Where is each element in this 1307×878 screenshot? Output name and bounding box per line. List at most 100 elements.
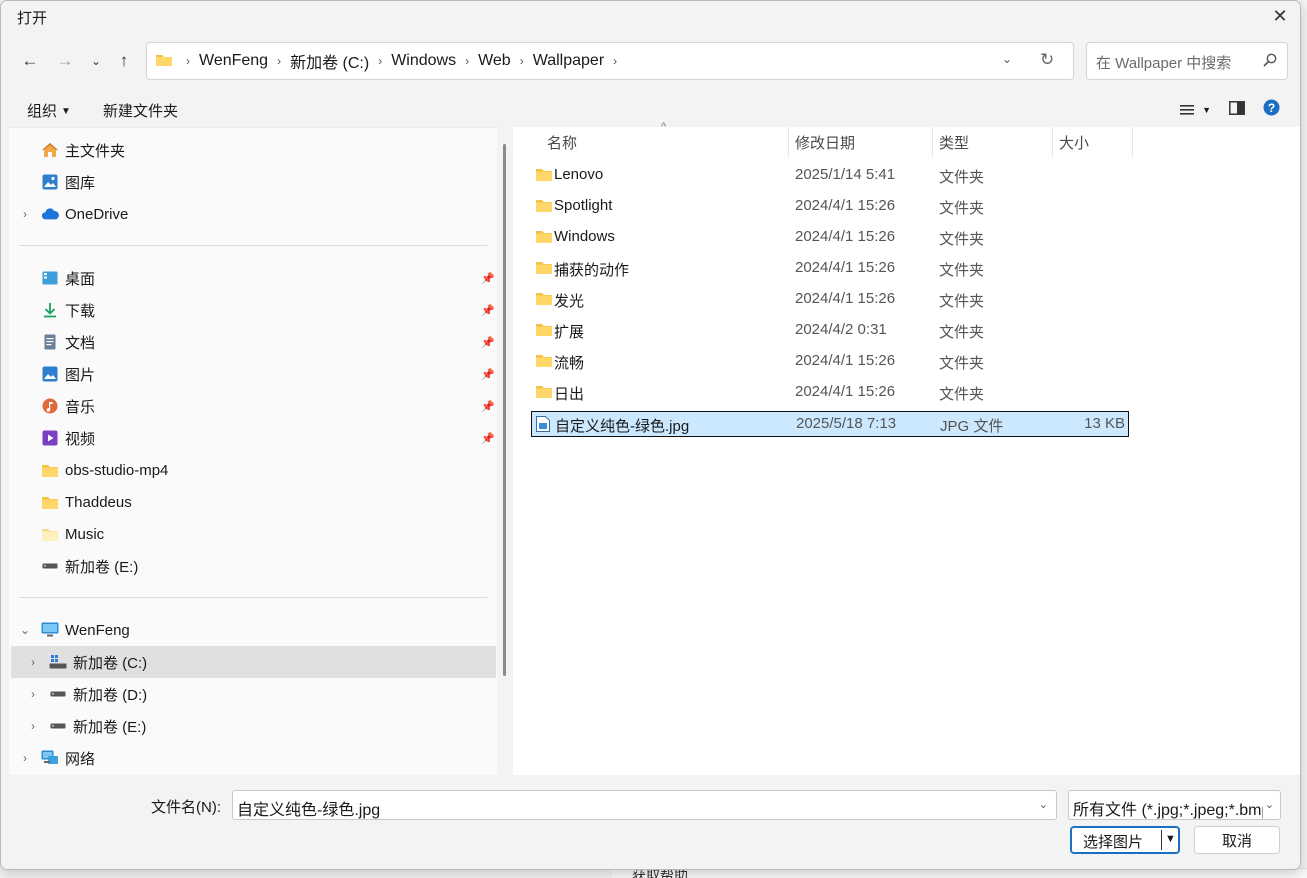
column-header-type[interactable]: 类型 [939, 127, 969, 157]
nav-item-folder[interactable]: obs-studio-mp4 [41, 454, 168, 486]
nav-item-label: 主文件夹 [65, 142, 126, 160]
title-bar: 打开 ✕ [1, 1, 1300, 31]
nav-item-label: obs-studio-mp4 [65, 461, 169, 479]
chevron-right-icon[interactable]: › [613, 54, 617, 68]
nav-item-drive-e[interactable]: › 新加卷 (E:) [31, 710, 146, 742]
refresh-icon[interactable]: ↻ [1040, 50, 1054, 70]
nav-item-desktop[interactable]: 桌面 📌 [41, 262, 495, 294]
column-header-date[interactable]: 修改日期 [795, 127, 855, 157]
chevron-down-icon[interactable]: ⌄ [19, 623, 31, 637]
breadcrumb-item[interactable]: Web [478, 52, 511, 70]
folder-icon [535, 167, 553, 186]
nav-item-drive[interactable]: 新加卷 (E:) [41, 550, 138, 582]
pin-icon[interactable]: 📌 [481, 272, 495, 285]
filename-field[interactable]: 自定义纯色-绿色.jpg ⌄ [232, 790, 1057, 820]
nav-item-home[interactable]: 主文件夹 [41, 134, 125, 166]
nav-item-folder[interactable]: Music [41, 518, 104, 550]
search-icon[interactable] [1263, 53, 1277, 71]
nav-item-network[interactable]: › 网络 [23, 742, 96, 774]
organize-button[interactable]: 组织 ▼ [27, 100, 71, 121]
nav-scrollbar[interactable] [503, 144, 506, 676]
close-button[interactable]: ✕ [1260, 1, 1300, 31]
column-header-name[interactable]: 名称 ^ [547, 121, 787, 157]
chevron-right-icon[interactable]: › [19, 207, 31, 221]
nav-item-label: 网络 [65, 750, 96, 768]
chevron-down-icon[interactable]: ⌄ [1039, 798, 1048, 811]
chevron-right-icon[interactable]: › [27, 655, 39, 669]
chevron-right-icon[interactable]: › [277, 54, 281, 68]
file-date: 2024/4/1 15:26 [795, 259, 896, 276]
chevron-right-icon[interactable]: › [520, 54, 524, 68]
folder-icon [155, 52, 173, 72]
file-row[interactable]: 捕获的动作 2024/4/1 15:26 文件夹 [531, 256, 1129, 282]
chevron-right-icon[interactable]: › [27, 687, 39, 701]
breadcrumb-item[interactable]: Windows [391, 52, 456, 70]
nav-item-documents[interactable]: 文档 📌 [41, 326, 495, 358]
forward-button[interactable]: → [52, 49, 78, 73]
help-button[interactable]: ? [1263, 99, 1280, 120]
file-row[interactable]: 日出 2024/4/1 15:26 文件夹 [531, 380, 1129, 406]
pin-icon[interactable]: 📌 [481, 304, 495, 317]
back-button[interactable]: ← [17, 49, 43, 73]
nav-item-label: 新加卷 (E:) [65, 558, 139, 576]
breadcrumb-item[interactable]: Wallpaper [533, 52, 604, 70]
document-icon [41, 333, 59, 351]
file-type: 文件夹 [939, 293, 985, 310]
nav-item-drive-c[interactable]: › 新加卷 (C:) [31, 646, 147, 678]
file-row[interactable]: Windows 2024/4/1 15:26 文件夹 [531, 225, 1129, 251]
open-button[interactable]: 选择图片 ▼ [1070, 826, 1180, 854]
pin-icon[interactable]: 📌 [481, 432, 495, 445]
nav-item-label: 新加卷 (D:) [73, 686, 148, 704]
pin-icon[interactable]: 📌 [481, 336, 495, 349]
file-row[interactable]: 自定义纯色-绿色.jpg 2025/5/18 7:13 JPG 文件 13 KB [531, 411, 1129, 437]
caret-down-icon[interactable]: ▼ [1165, 833, 1176, 845]
file-name: 捕获的动作 [554, 262, 630, 279]
view-options-button[interactable]: ▼ [1180, 104, 1211, 116]
search-input[interactable]: 在 Wallpaper 中搜索 [1086, 42, 1288, 80]
column-divider[interactable] [1132, 127, 1133, 157]
nav-item-label: WenFeng [65, 621, 130, 639]
gallery-icon [41, 173, 59, 191]
nav-item-videos[interactable]: 视频 📌 [41, 422, 495, 454]
chevron-right-icon[interactable]: › [378, 54, 382, 68]
column-header-size[interactable]: 大小 [1059, 127, 1089, 157]
nav-item-drive-d[interactable]: › 新加卷 (D:) [31, 678, 148, 710]
file-row[interactable]: Spotlight 2024/4/1 15:26 文件夹 [531, 194, 1129, 220]
pin-icon[interactable]: 📌 [481, 400, 495, 413]
chevron-right-icon: › [186, 54, 190, 68]
chevron-right-icon[interactable]: › [19, 751, 31, 765]
column-divider[interactable] [788, 127, 789, 157]
file-row[interactable]: Lenovo 2025/1/14 5:41 文件夹 [531, 163, 1129, 189]
nav-item-pictures[interactable]: 图片 📌 [41, 358, 495, 390]
address-bar[interactable]: › WenFeng › 新加卷 (C:) › Windows › Web › W… [146, 42, 1074, 80]
nav-item-music[interactable]: 音乐 📌 [41, 390, 495, 422]
file-date: 2024/4/2 0:31 [795, 321, 887, 338]
drive-icon [49, 685, 67, 703]
nav-item-gallery[interactable]: 图库 [41, 166, 95, 198]
file-row[interactable]: 发光 2024/4/1 15:26 文件夹 [531, 287, 1129, 313]
file-row[interactable]: 扩展 2024/4/2 0:31 文件夹 [531, 318, 1129, 344]
arrow-right-icon: → [56, 51, 74, 70]
column-divider[interactable] [932, 127, 933, 157]
nav-item-folder[interactable]: Thaddeus [41, 486, 132, 518]
filetype-select[interactable]: 所有文件 (*.jpg;*.jpeg;*.bmp;*.png) ⌄ [1068, 790, 1281, 820]
filetype-value: 所有文件 (*.jpg;*.jpeg;*.bmp;*.png) [1073, 802, 1263, 819]
pin-icon[interactable]: 📌 [481, 368, 495, 381]
chevron-right-icon[interactable]: › [27, 719, 39, 733]
up-button[interactable]: ↑ [111, 49, 137, 73]
file-type: 文件夹 [939, 324, 985, 341]
nav-item-this-pc[interactable]: ⌄ WenFeng [20, 614, 130, 646]
sort-ascending-icon: ^ [661, 121, 667, 133]
new-folder-button[interactable]: 新建文件夹 [103, 100, 178, 121]
cancel-button[interactable]: 取消 [1194, 826, 1280, 854]
chevron-down-icon[interactable]: ⌄ [1002, 52, 1012, 66]
chevron-right-icon[interactable]: › [465, 54, 469, 68]
breadcrumb-item[interactable]: 新加卷 (C:) [290, 49, 369, 73]
nav-item-onedrive[interactable]: › OneDrive [23, 198, 128, 230]
breadcrumb-item[interactable]: WenFeng [199, 52, 268, 70]
recent-locations-button[interactable]: ⌄ [83, 49, 109, 73]
preview-pane-button[interactable] [1229, 100, 1245, 119]
column-divider[interactable] [1052, 127, 1053, 157]
nav-item-downloads[interactable]: 下载 📌 [41, 294, 495, 326]
file-row[interactable]: 流畅 2024/4/1 15:26 文件夹 [531, 349, 1129, 375]
